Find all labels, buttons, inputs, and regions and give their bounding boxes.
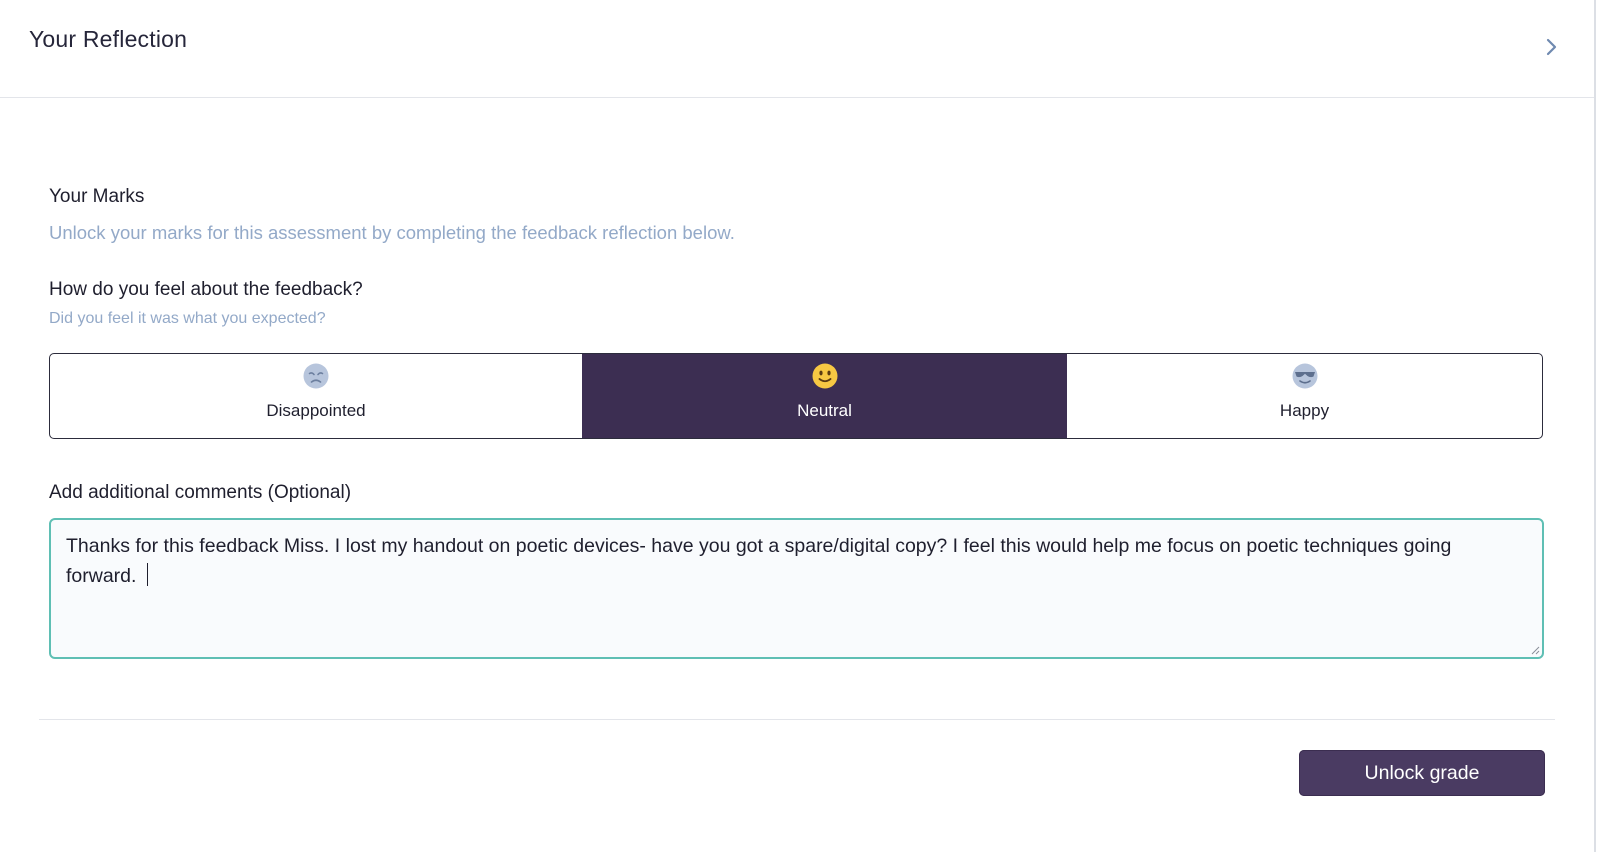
- feeling-label-neutral: Neutral: [797, 401, 852, 420]
- marks-title: Your Marks: [49, 186, 145, 207]
- header-bar: Your Reflection: [0, 0, 1594, 98]
- text-caret: [146, 563, 149, 586]
- feeling-label-disappointed: Disappointed: [266, 401, 366, 420]
- feeling-option-happy[interactable]: Happy: [1067, 354, 1542, 438]
- comments-textarea[interactable]: Thanks for this feedback Miss. I lost my…: [49, 518, 1544, 659]
- feeling-option-disappointed[interactable]: Disappointed: [50, 354, 582, 438]
- feeling-option-neutral[interactable]: Neutral: [582, 354, 1067, 438]
- resize-grip-icon[interactable]: [1530, 645, 1540, 655]
- feedback-question-subtext: Did you feel it was what you expected?: [49, 310, 326, 327]
- comments-label: Add additional comments (Optional): [49, 482, 352, 503]
- feeling-selector: Disappointed Neutral Happy: [49, 353, 1543, 439]
- marks-subtitle: Unlock your marks for this assessment by…: [49, 222, 735, 243]
- page-title: Your Reflection: [29, 26, 188, 52]
- sunglasses-face-icon: [1292, 363, 1317, 389]
- slightly-smiling-face-icon: [812, 363, 837, 389]
- feedback-question: How do you feel about the feedback?: [49, 279, 363, 300]
- feeling-label-happy: Happy: [1279, 401, 1330, 420]
- chevron-right-icon[interactable]: [1540, 36, 1562, 58]
- footer-divider: [39, 719, 1555, 720]
- disappointed-face-icon: [303, 363, 329, 389]
- unlock-grade-button[interactable]: Unlock grade: [1299, 750, 1545, 796]
- comments-text: Thanks for this feedback Miss. I lost my…: [66, 535, 1452, 587]
- panel-edge: [1594, 0, 1596, 852]
